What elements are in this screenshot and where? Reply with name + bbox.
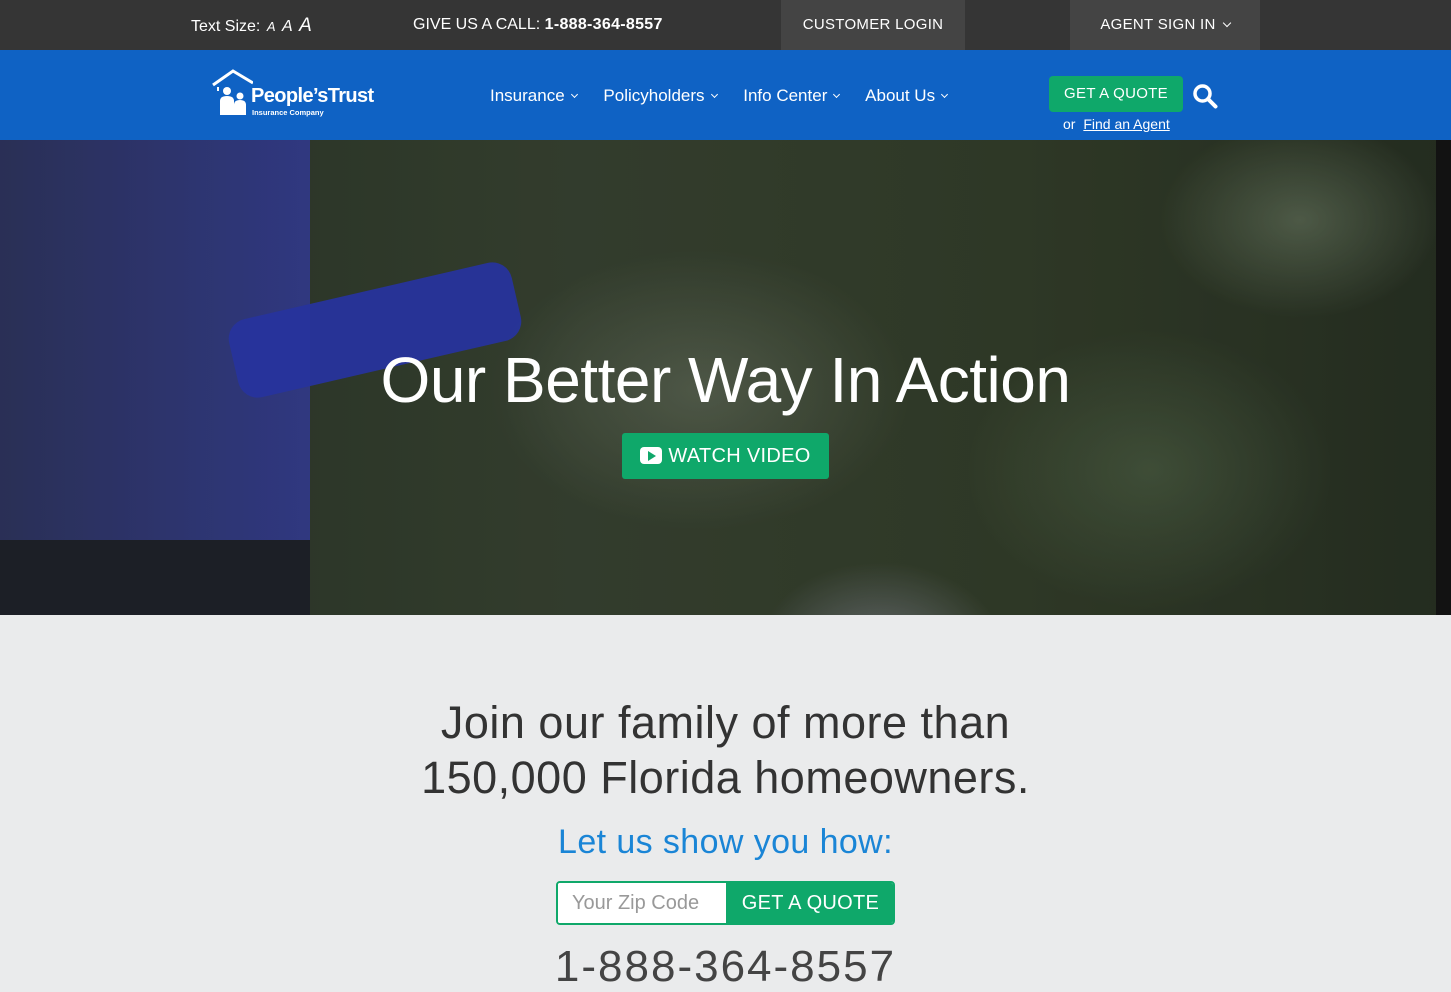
chevron-down-icon [1222, 18, 1231, 28]
call-label: GIVE US A CALL: [413, 16, 541, 33]
find-agent-row: or Find an Agent [1063, 116, 1170, 132]
watch-video-label: WATCH VIDEO [668, 445, 811, 467]
nav-item-label: Info Center [743, 86, 828, 105]
hero-headline: Our Better Way In Action [380, 344, 1071, 416]
utility-bar: Text Size: A A A GIVE US A CALL: 1-888-3… [0, 0, 1451, 50]
zip-get-a-quote-label: GET A QUOTE [741, 892, 880, 914]
zip-code-input[interactable] [558, 883, 726, 923]
chevron-down-icon [710, 90, 718, 99]
agent-sign-in-dropdown[interactable]: AGENT SIGN IN [1070, 0, 1260, 50]
chevron-down-icon [941, 90, 949, 99]
text-size-small[interactable]: A [267, 19, 276, 34]
nav-item-label: Policyholders [603, 86, 705, 105]
call-number-link[interactable]: 1-888-364-8557 [545, 16, 663, 33]
search-icon[interactable] [1192, 83, 1218, 109]
customer-login-label: CUSTOMER LOGIN [802, 16, 944, 33]
customer-login-button[interactable]: CUSTOMER LOGIN [781, 0, 965, 50]
agent-sign-in-label: AGENT SIGN IN [1100, 16, 1216, 33]
join-heading: Join our family of more than 150,000 Flo… [0, 695, 1451, 805]
get-a-quote-label: GET A QUOTE [1064, 85, 1168, 102]
nav-item-insurance[interactable]: Insurance [490, 86, 578, 105]
join-line-1: Join our family of more than [440, 697, 1011, 748]
join-line-2: 150,000 Florida homeowners. [421, 752, 1030, 803]
show-you-how-heading: Let us show you how: [558, 823, 893, 861]
house-logo-icon [212, 69, 253, 115]
logo[interactable]: People’sTrust Insurance Company [211, 69, 396, 119]
logo-name: People’sTrust [251, 85, 374, 107]
logo-subtitle: Insurance Company [252, 108, 324, 117]
text-size-label: Text Size: [191, 18, 261, 35]
or-text: or [1063, 116, 1076, 132]
chevron-down-icon [833, 90, 841, 99]
zip-quote-form: GET A QUOTE [556, 881, 895, 925]
call-us: GIVE US A CALL: 1-888-364-8557 [413, 16, 663, 34]
play-icon [640, 447, 663, 464]
nav-item-info-center[interactable]: Info Center [743, 86, 841, 105]
main-nav: People’sTrust Insurance Company Insuranc… [0, 50, 1451, 140]
nav-item-label: About Us [865, 86, 936, 105]
zip-get-a-quote-button[interactable]: GET A QUOTE [726, 883, 893, 923]
nav-item-policyholders[interactable]: Policyholders [603, 86, 718, 105]
text-size-large[interactable]: A [299, 15, 312, 36]
text-size-control: Text Size: A A A [191, 15, 312, 37]
hero-banner: Our Better Way In Action WATCH VIDEO [0, 140, 1451, 615]
primary-menu: Insurance Policyholders Info Center Abou… [490, 86, 969, 106]
get-a-quote-button[interactable]: GET A QUOTE [1049, 76, 1183, 112]
chevron-down-icon [570, 90, 578, 99]
nav-item-about-us[interactable]: About Us [865, 86, 949, 105]
text-size-medium[interactable]: A [282, 18, 293, 35]
watch-video-button[interactable]: WATCH VIDEO [622, 433, 829, 479]
phone-number-large[interactable]: 1-888-364-8557 [0, 942, 1451, 992]
nav-item-label: Insurance [490, 86, 565, 105]
find-an-agent-link[interactable]: Find an Agent [1083, 116, 1169, 132]
